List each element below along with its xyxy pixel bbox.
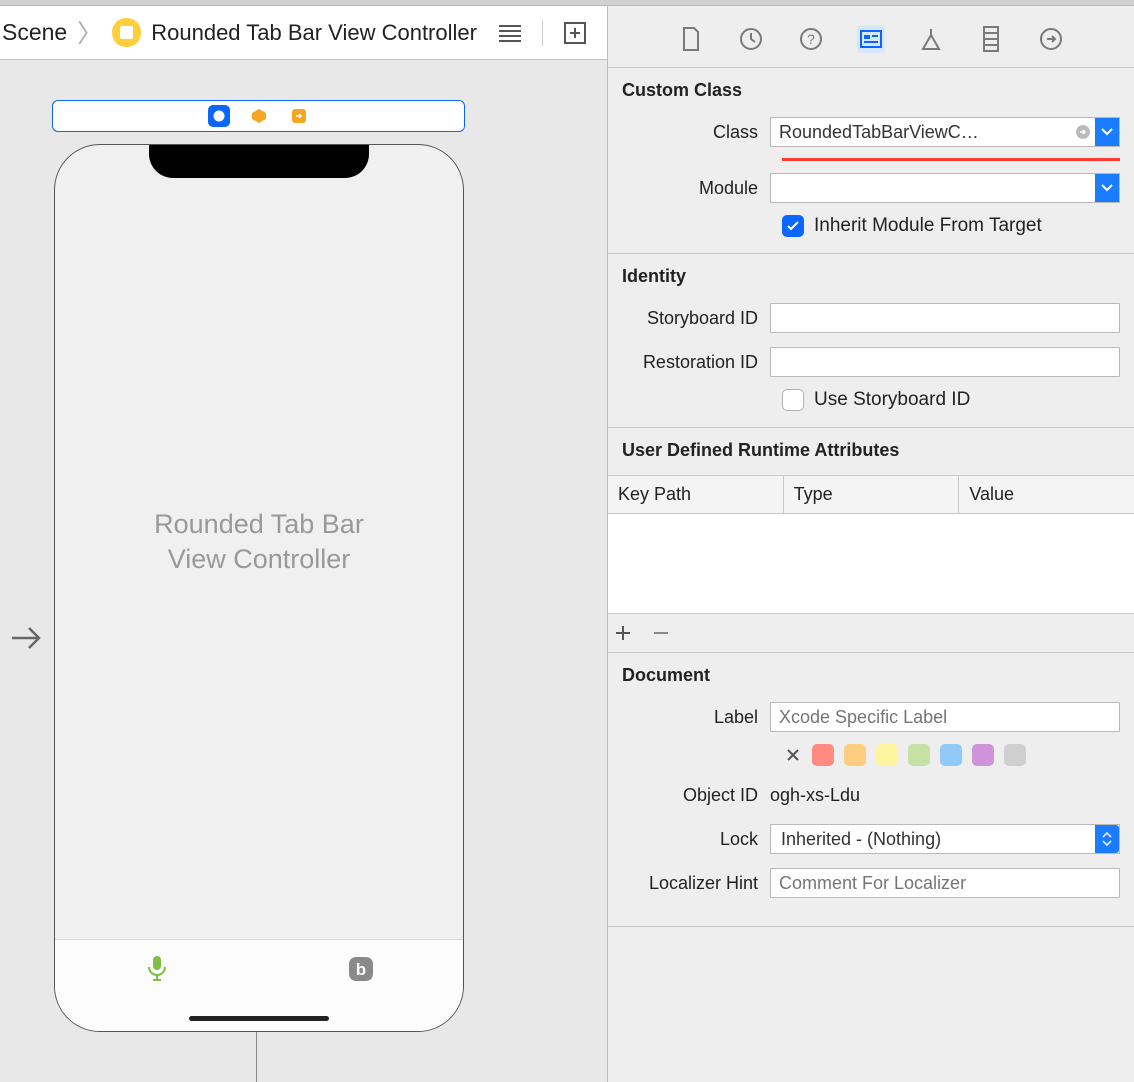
custom-class-section: Custom Class Class RoundedTabBarViewC… M… [608, 68, 1134, 254]
breadcrumb-scene[interactable]: Scene [0, 19, 67, 46]
identity-inspector-tab-icon[interactable] [857, 25, 885, 53]
col-type[interactable]: Type [784, 476, 960, 513]
module-dropdown-icon[interactable] [1095, 174, 1119, 202]
scene-wrapper: Rounded Tab Bar View Controller b [52, 100, 465, 1032]
runtime-table-header: Key Path Type Value [608, 475, 1134, 514]
document-title: Document [622, 665, 1120, 686]
module-label: Module [622, 178, 770, 199]
history-inspector-tab-icon[interactable] [737, 25, 765, 53]
size-inspector-tab-icon[interactable] [977, 25, 1005, 53]
class-dropdown-icon[interactable] [1095, 118, 1119, 146]
inspector-tab-bar: ? [608, 6, 1134, 68]
color-yellow[interactable] [876, 744, 898, 766]
class-label: Class [622, 122, 770, 143]
label-color-row [784, 744, 1120, 766]
storyboard-id-input[interactable] [770, 303, 1120, 333]
add-attribute-button[interactable] [612, 622, 634, 644]
identity-section: Identity Storyboard ID Restoration ID Us… [608, 254, 1134, 428]
exit-icon[interactable] [288, 105, 310, 127]
color-blue[interactable] [940, 744, 962, 766]
outline-mode-icon[interactable] [496, 19, 524, 47]
color-green[interactable] [908, 744, 930, 766]
color-orange[interactable] [844, 744, 866, 766]
chevron-right-icon: 〉 [77, 14, 102, 50]
class-value: RoundedTabBarViewC… [771, 118, 1071, 146]
view-controller-selected-icon[interactable] [208, 105, 230, 127]
entry-arrow-icon[interactable] [10, 624, 40, 654]
module-value [771, 174, 1095, 202]
inherit-module-checkbox[interactable] [782, 215, 804, 237]
module-combo[interactable] [770, 173, 1120, 203]
object-id-label: Object ID [622, 785, 770, 806]
document-label-label: Label [622, 707, 770, 728]
document-label-input[interactable] [770, 702, 1120, 732]
color-red[interactable] [812, 744, 834, 766]
col-value[interactable]: Value [959, 476, 1134, 513]
identity-title: Identity [622, 266, 1120, 287]
toolbar-separator [542, 20, 543, 46]
device-content-area: Rounded Tab Bar View Controller [55, 145, 463, 939]
use-storyboard-id-checkbox[interactable] [782, 389, 804, 411]
svg-text:b: b [356, 960, 366, 979]
runtime-table-body[interactable] [608, 514, 1134, 614]
runtime-attributes-title: User Defined Runtime Attributes [608, 440, 1134, 461]
home-indicator [189, 1016, 329, 1021]
lock-label: Lock [622, 829, 770, 850]
color-purple[interactable] [972, 744, 994, 766]
class-combo[interactable]: RoundedTabBarViewC… [770, 117, 1120, 147]
canvas-column: Scene 〉 Rounded Tab Bar View Controller [0, 6, 608, 1082]
color-gray[interactable] [1004, 744, 1026, 766]
add-panel-icon[interactable] [561, 19, 589, 47]
canvas-area[interactable]: Rounded Tab Bar View Controller b [0, 60, 607, 1082]
inherit-module-label: Inherit Module From Target [814, 215, 1042, 237]
breadcrumb-title[interactable]: Rounded Tab Bar View Controller [151, 20, 477, 46]
custom-class-title: Custom Class [622, 80, 1120, 101]
use-storyboard-id-label: Use Storyboard ID [814, 389, 970, 411]
svg-text:?: ? [807, 31, 815, 47]
localizer-hint-label: Localizer Hint [622, 873, 770, 894]
b-tab-icon[interactable]: b [346, 954, 376, 984]
lock-select[interactable]: Inherited - (Nothing) [770, 824, 1120, 854]
lock-value: Inherited - (Nothing) [771, 829, 1095, 850]
runtime-attributes-section: User Defined Runtime Attributes Key Path… [608, 428, 1134, 653]
first-responder-icon[interactable] [248, 105, 270, 127]
file-inspector-tab-icon[interactable] [677, 25, 705, 53]
scene-selection-bar[interactable] [52, 100, 465, 132]
remove-attribute-button[interactable] [650, 622, 672, 644]
storyboard-id-label: Storyboard ID [622, 308, 770, 329]
localizer-hint-input[interactable] [770, 868, 1120, 898]
connections-inspector-tab-icon[interactable] [1037, 25, 1065, 53]
breadcrumb-bar: Scene 〉 Rounded Tab Bar View Controller [0, 6, 607, 60]
restoration-id-label: Restoration ID [622, 352, 770, 373]
col-keypath[interactable]: Key Path [608, 476, 784, 513]
restoration-id-input[interactable] [770, 347, 1120, 377]
document-section: Document Label Object ID o [608, 653, 1134, 927]
class-jump-icon[interactable] [1071, 118, 1095, 146]
view-controller-icon [112, 18, 141, 47]
help-inspector-tab-icon[interactable]: ? [797, 25, 825, 53]
lock-stepper-icon[interactable] [1095, 825, 1119, 853]
device-frame[interactable]: Rounded Tab Bar View Controller b [54, 144, 464, 1032]
segue-tail-line [256, 1032, 257, 1082]
microphone-tab-icon[interactable] [142, 954, 172, 984]
object-id-value: ogh-xs-Ldu [770, 785, 860, 806]
placeholder-label: Rounded Tab Bar View Controller [154, 507, 364, 577]
class-highlight-underline [782, 158, 1120, 161]
inspector-panel: ? Custom Class Class RoundedTabBarViewC… [608, 6, 1134, 1082]
clear-color-icon[interactable] [784, 746, 802, 764]
attributes-inspector-tab-icon[interactable] [917, 25, 945, 53]
